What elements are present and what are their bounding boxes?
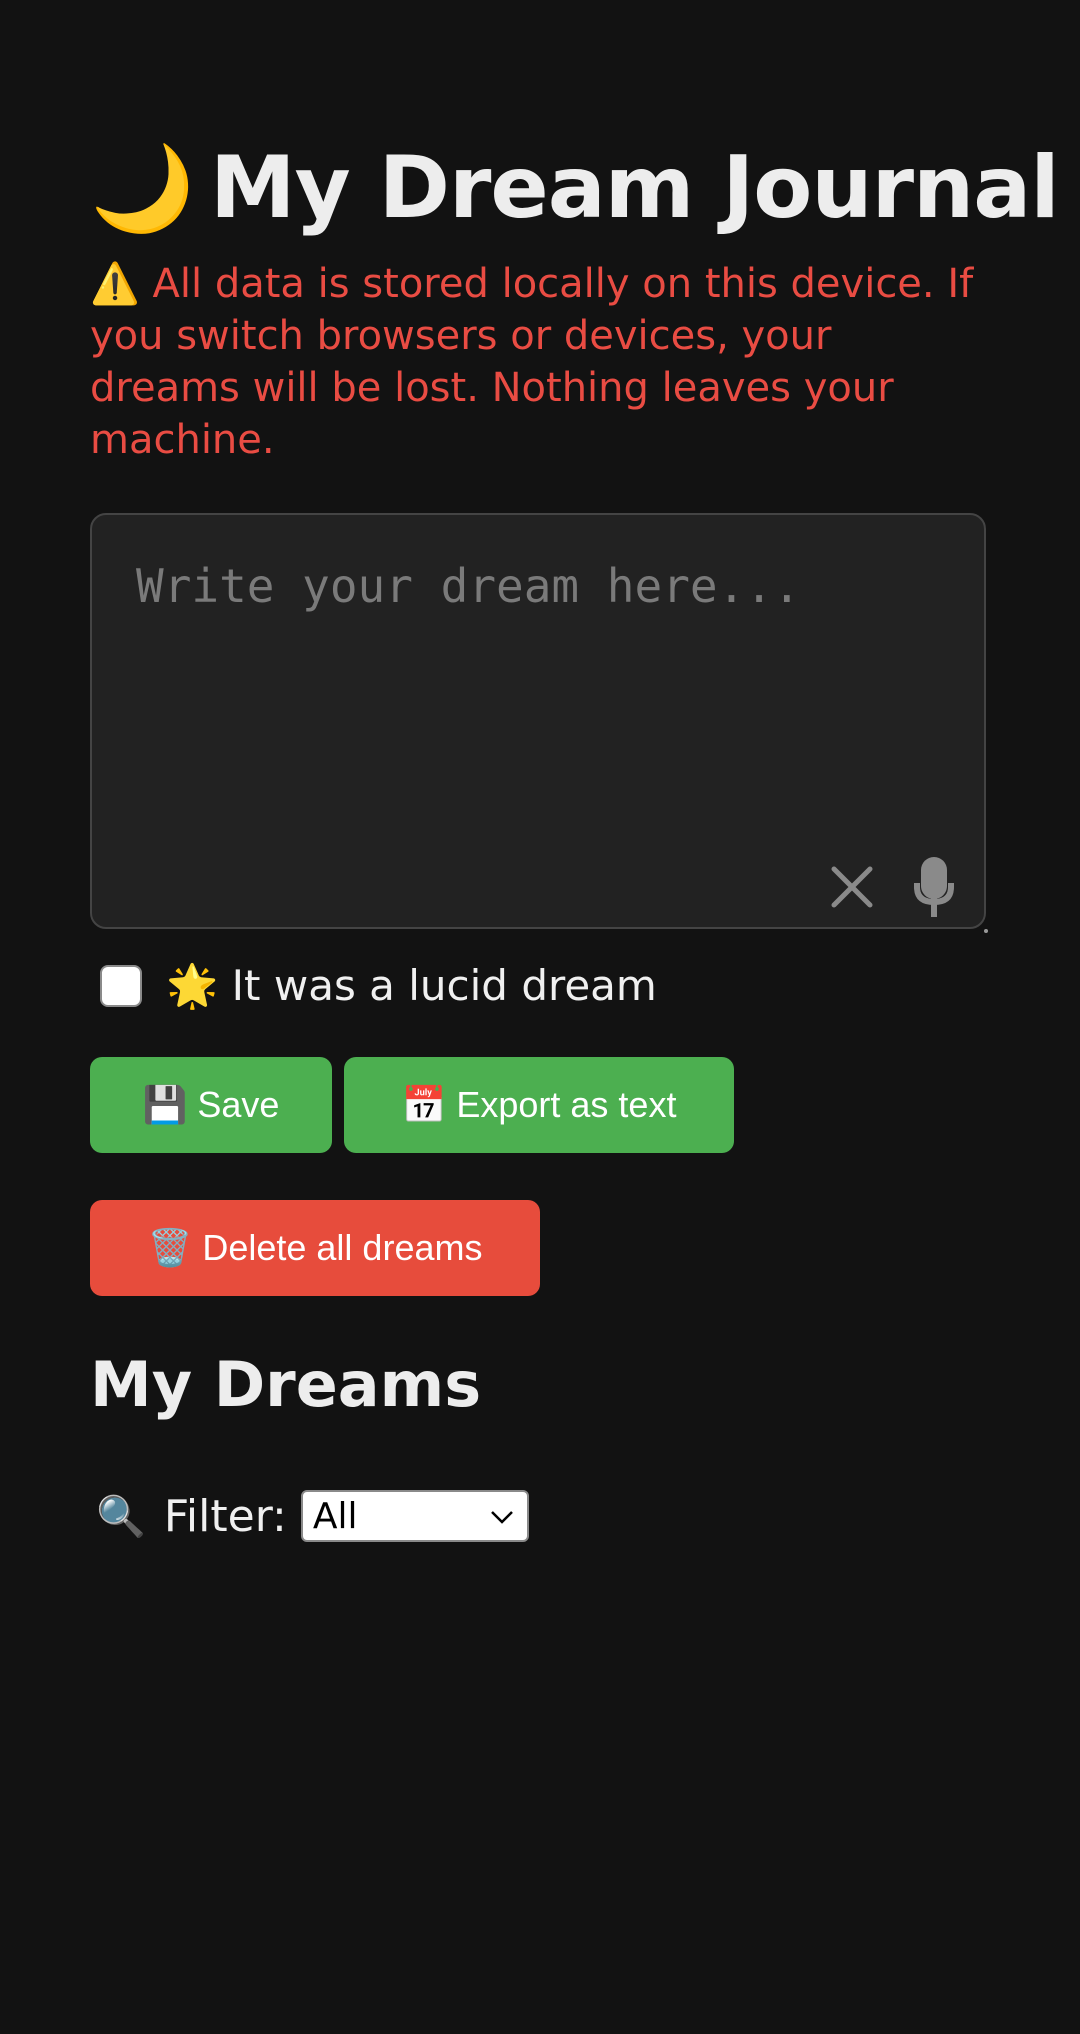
lucid-option: 🌟 It was a lucid dream xyxy=(100,956,657,1016)
chevron-down-icon xyxy=(490,1511,513,1524)
floppy-disk-icon: 💾 xyxy=(142,1084,188,1125)
magnifier-icon: 🔍 xyxy=(96,1493,146,1540)
close-icon[interactable] xyxy=(824,859,880,915)
microphone-icon[interactable] xyxy=(902,853,966,923)
trash-icon: 🗑️ xyxy=(147,1227,193,1268)
filter-selected-value: All xyxy=(312,1495,358,1537)
export-button-label: Export as text xyxy=(456,1084,677,1125)
delete-button-label: Delete all dreams xyxy=(202,1227,483,1268)
lucid-checkbox[interactable] xyxy=(100,965,142,1007)
calendar-icon: 📅 xyxy=(401,1084,447,1125)
export-button[interactable]: 📅 Export as text xyxy=(344,1057,734,1153)
filter-row: 🔍 Filter: All xyxy=(96,1486,529,1546)
page-title-text: My Dream Journal xyxy=(210,138,1060,238)
save-button-label: Save xyxy=(197,1084,280,1125)
delete-all-button[interactable]: 🗑️ Delete all dreams xyxy=(90,1200,540,1296)
dream-editor xyxy=(90,513,988,933)
lucid-label: 🌟 It was a lucid dream xyxy=(166,961,657,1010)
filter-label: Filter: xyxy=(163,1490,287,1542)
page: 🌙 My Dream Journal ⚠️ All data is stored… xyxy=(0,0,1080,2034)
dreams-section-title: My Dreams xyxy=(90,1348,482,1421)
filter-select[interactable]: All xyxy=(300,1490,529,1542)
save-button[interactable]: 💾 Save xyxy=(90,1057,332,1153)
moon-icon: 🌙 xyxy=(90,138,195,237)
resize-handle[interactable] xyxy=(984,929,988,933)
storage-warning: ⚠️ All data is stored locally on this de… xyxy=(90,261,974,463)
page-title: 🌙 My Dream Journal xyxy=(90,138,1060,238)
